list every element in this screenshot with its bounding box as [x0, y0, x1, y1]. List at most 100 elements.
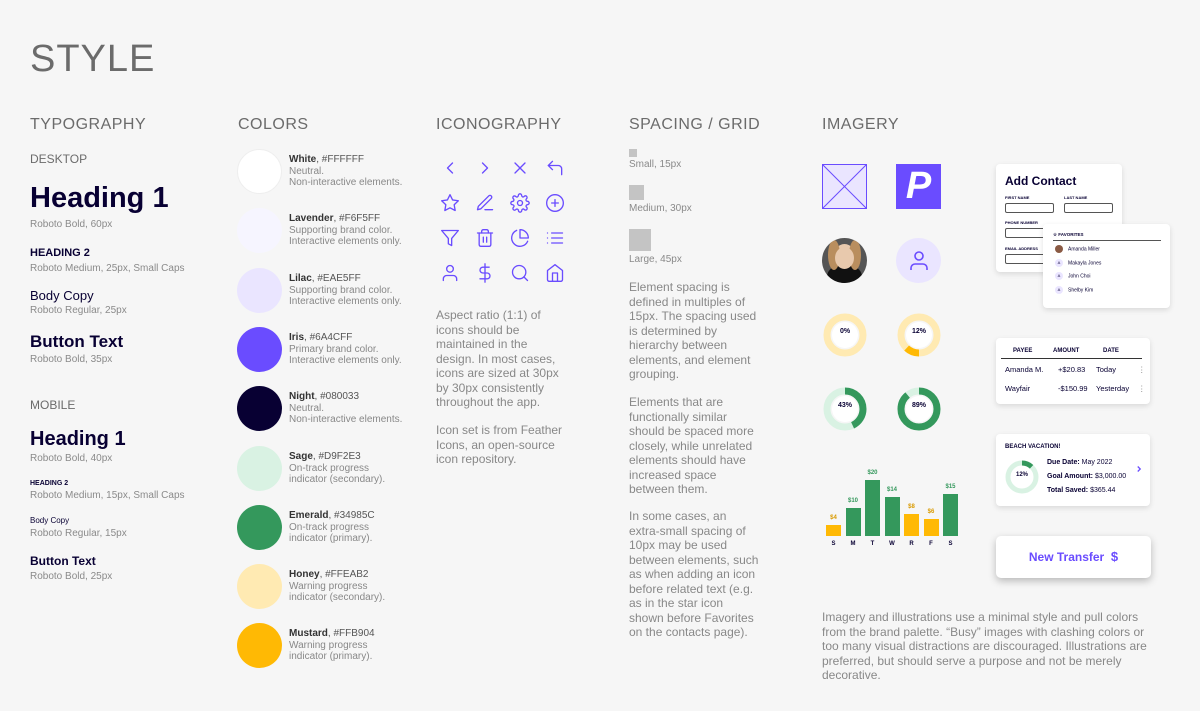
corner-up-left-icon: [545, 158, 567, 180]
last-name-label: LAST NAME: [1064, 195, 1088, 200]
color-desc-lilac: Supporting brand color. Interactive eleme…: [289, 284, 402, 307]
color-desc-sage: On-track progress indicator (secondary).: [289, 462, 386, 485]
color-desc-mustard: Warning progress indicator (primary).: [289, 640, 373, 663]
color-desc-lavender: Supporting brand color. Interactive eleme…: [289, 225, 402, 248]
new-transfer-label: New Transfer: [1028, 550, 1105, 564]
spacing-heading: SPACING / GRID: [629, 116, 761, 133]
user-icon: [910, 251, 928, 270]
color-desc-night: Neutral. Non-interactive elements.: [289, 403, 403, 426]
payee-name: Wayfair: [1005, 384, 1031, 393]
spacing-paragraph-3: In some cases, an extra-small spacing of 1…: [629, 509, 759, 639]
contact-avatar: A: [1055, 258, 1063, 267]
chart-day-label: R: [909, 541, 914, 547]
color-swatch-lilac: [237, 267, 282, 313]
mobile-label: MOBILE: [30, 398, 76, 412]
first-name-label: FIRST NAME: [1005, 195, 1030, 200]
chart-day-label: W: [889, 541, 895, 547]
contact-name: John Choi: [1068, 273, 1091, 280]
chart-day-label: T: [870, 541, 875, 547]
spacing-large-swatch: [629, 229, 651, 251]
favorites-label: ☆ FAVORITES: [1053, 232, 1084, 237]
color-swatch-night: [237, 386, 282, 432]
goal-amount: Goal Amount: $3,000.00: [1047, 473, 1127, 480]
color-name-lilac: Lilac, #EAE5FF: [289, 272, 361, 284]
star-icon: [440, 193, 462, 215]
spacing-large-label: Large, 45px: [629, 254, 682, 265]
progress-donut-12: 12%: [896, 312, 942, 358]
more-vertical-icon[interactable]: ⋮: [1138, 384, 1146, 393]
desktop-heading2-caption: Roboto Medium, 25px, Small Caps: [30, 263, 185, 274]
iconography-heading: ICONOGRAPHY: [436, 116, 562, 133]
mobile-body-caption: Roboto Regular, 15px: [30, 528, 127, 539]
spacing-paragraph-1: Element spacing is defined in multiples o…: [629, 280, 757, 381]
favorite-contact[interactable]: A Shelby Kim: [1055, 285, 1094, 294]
spacing-small-swatch: [629, 149, 637, 157]
color-name-emerald: Emerald, #34985C: [289, 509, 375, 521]
color-swatch-sage: [237, 445, 282, 491]
chevron-right-icon: [1137, 466, 1142, 472]
chevron-left-icon: [440, 158, 462, 180]
edit-icon: [475, 193, 497, 215]
payee-row[interactable]: Wayfair -$150.99 Yesterday ⋮: [996, 381, 1150, 399]
contact-name: Makayla Jones: [1068, 259, 1102, 266]
desktop-button-text: Button Text: [30, 332, 124, 351]
color-name-iris: Iris, #6A4CFF: [289, 331, 353, 343]
user-icon: [440, 263, 462, 285]
typography-heading: TYPOGRAPHY: [30, 116, 147, 133]
image-placeholder: [822, 164, 867, 209]
colors-heading: COLORS: [238, 116, 309, 133]
chart-value-label: $10: [847, 498, 858, 504]
chevron-right-icon: [475, 158, 497, 180]
color-desc-white: Neutral. Non-interactive elements.: [289, 166, 403, 188]
color-name-sage: Sage, #D9F2E3: [289, 450, 361, 462]
amount-header: AMOUNT: [1053, 348, 1080, 354]
chart-bar: [845, 508, 861, 536]
color-swatch-honey: [237, 564, 282, 610]
mobile-button-text: Button Text: [30, 554, 96, 568]
goal-title: BEACH VACATION!: [1005, 444, 1061, 450]
favorite-contact[interactable]: Amanda Miller: [1055, 245, 1100, 253]
chart-day-label: S: [831, 541, 836, 547]
chart-day-label: S: [948, 541, 953, 547]
desktop-body: Body Copy: [30, 288, 94, 303]
chart-value-label: $14: [886, 486, 897, 493]
settings-icon: [510, 193, 532, 215]
chart-bar: [923, 519, 939, 536]
first-name-field[interactable]: [1005, 203, 1054, 213]
payee-table-card: PAYEE AMOUNT DATE Amanda M. +$20.83 Today ⋮…: [996, 338, 1150, 404]
chart-value-label: $4: [830, 514, 837, 521]
list-icon: [545, 228, 567, 250]
mobile-heading1: Heading 1: [30, 428, 126, 450]
plus-circle-icon: [545, 193, 567, 215]
spacing-medium-label: Medium, 30px: [629, 203, 692, 214]
contact-name: Shelby Kim: [1068, 286, 1094, 293]
favorite-contact[interactable]: A Makayla Jones: [1055, 258, 1102, 267]
home-icon: [545, 263, 567, 285]
payee-row[interactable]: Amanda M. +$20.83 Today ⋮: [996, 362, 1150, 380]
imagery-heading: IMAGERY: [822, 116, 899, 133]
add-contact-title: Add Contact: [1005, 174, 1077, 188]
goal-total-saved: Total Saved: $365.44: [1047, 487, 1116, 494]
spacing-medium-swatch: [629, 185, 644, 200]
default-avatar: [896, 238, 941, 283]
desktop-heading1: Heading 1: [30, 182, 169, 214]
iconography-paragraph-1: Aspect ratio (1:1) of icons should be main…: [436, 308, 559, 409]
dollar-sign-icon: $: [1110, 549, 1119, 564]
email-label: EMAIL ADDRESS: [1005, 246, 1038, 251]
payee-amount: +$20.83: [1058, 365, 1086, 374]
mobile-button-caption: Roboto Bold, 25px: [30, 571, 113, 582]
chart-value-label: $20: [867, 470, 878, 476]
imagery-paragraph: Imagery and illustrations use a minimal …: [822, 610, 1147, 682]
more-vertical-icon[interactable]: ⋮: [1138, 365, 1146, 374]
chart-value-label: $15: [945, 484, 956, 490]
contact-avatar: A: [1055, 285, 1063, 294]
desktop-heading2: HEADING 2: [30, 247, 90, 259]
goal-due-date: Due Date: May 2022: [1047, 459, 1113, 466]
savings-goal-card[interactable]: BEACH VACATION! 12% Due Date: May 2022 G…: [996, 434, 1150, 506]
mobile-heading2-caption: Roboto Medium, 15px, Small Caps: [30, 490, 185, 501]
icon-grid: [440, 158, 575, 288]
new-transfer-button[interactable]: New Transfer $: [996, 536, 1151, 578]
date-header: DATE: [1103, 348, 1119, 354]
last-name-field[interactable]: [1064, 203, 1113, 213]
favorite-contact[interactable]: A John Choi: [1055, 272, 1091, 280]
